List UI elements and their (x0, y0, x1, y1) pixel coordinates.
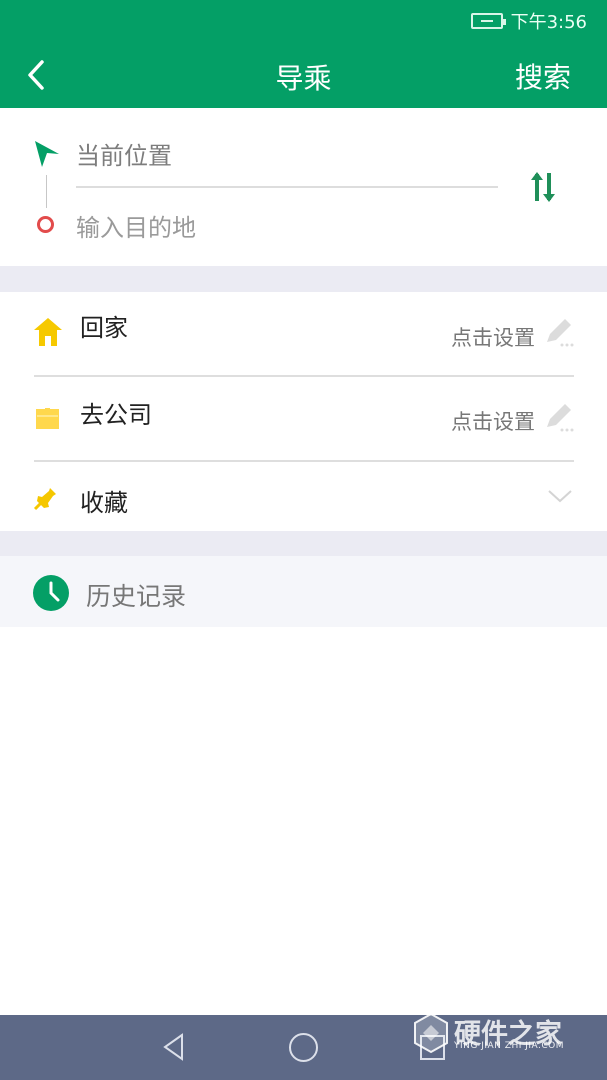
chevron-down-icon[interactable] (547, 489, 573, 503)
swap-route-button[interactable] (528, 170, 558, 204)
edit-pencil-icon[interactable] (543, 316, 575, 348)
status-time: 下午3:56 (510, 12, 587, 33)
watermark-logo-icon (414, 1012, 448, 1054)
watermark-subtitle: YING JIAN ZHI JIA.COM (454, 1041, 565, 1051)
app-header: 下午3:56 导乘 搜索 (0, 0, 607, 108)
location-arrow-icon (35, 141, 59, 167)
home-icon (34, 318, 62, 346)
work-set-action[interactable]: 点击设置 (451, 406, 535, 436)
nav-back-icon[interactable] (160, 1032, 188, 1062)
favorites-row[interactable]: 收藏 (0, 461, 607, 530)
destination-marker-icon (37, 216, 54, 233)
battery-icon (470, 13, 506, 29)
status-bar: 下午3:56 (470, 9, 587, 33)
edit-pencil-icon[interactable] (543, 401, 575, 433)
briefcase-icon (36, 406, 59, 429)
search-button[interactable]: 搜索 (515, 56, 571, 96)
section-gap (0, 266, 607, 292)
home-row[interactable]: 回家 点击设置 (0, 292, 607, 376)
route-input-divider (76, 186, 498, 188)
route-connector-line (46, 175, 47, 208)
destination-input[interactable]: 输入目的地 (76, 208, 196, 243)
favorites-label: 收藏 (80, 489, 128, 517)
nav-home-icon[interactable] (289, 1033, 318, 1062)
work-label: 去公司 (80, 401, 152, 429)
pin-icon (33, 488, 56, 511)
work-row[interactable]: 去公司 点击设置 (0, 376, 607, 460)
history-label: 历史记录 (86, 582, 187, 611)
home-label: 回家 (80, 314, 128, 342)
start-location-field[interactable]: 当前位置 (76, 136, 172, 171)
clock-icon (33, 575, 69, 611)
section-gap (0, 531, 607, 557)
watermark: 硬件之家 YING JIAN ZHI JIA.COM (413, 1012, 589, 1056)
home-set-action[interactable]: 点击设置 (451, 322, 535, 352)
